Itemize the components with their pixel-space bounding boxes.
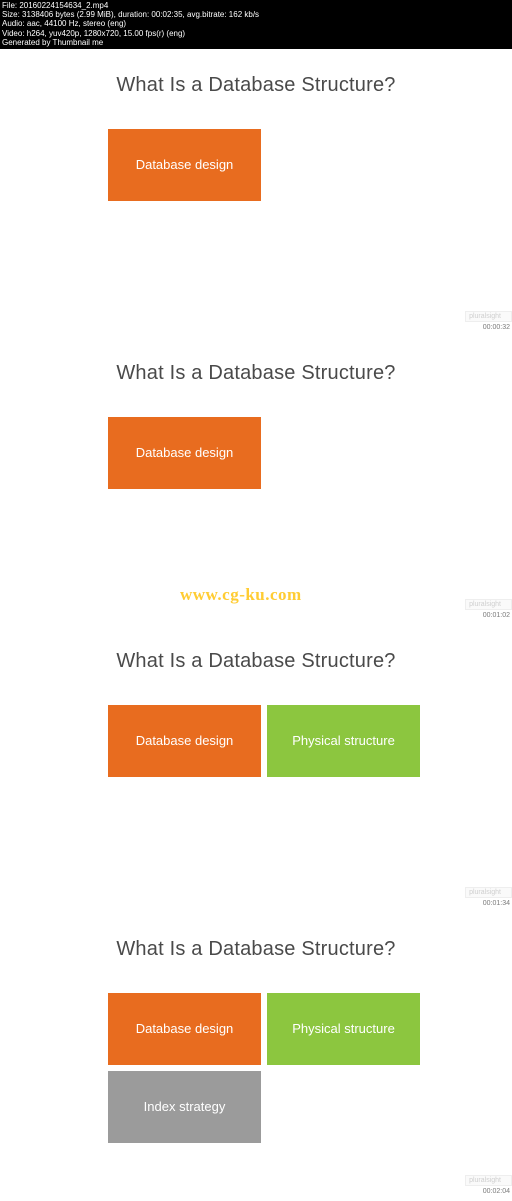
thumbnail-frame: What Is a Database Structure? Database d…: [0, 913, 512, 1201]
meta-audio: Audio: aac, 44100 Hz, stereo (eng): [2, 19, 510, 28]
box-database-design: Database design: [108, 417, 261, 489]
box-database-design: Database design: [108, 993, 261, 1065]
meta-generator: Generated by Thumbnail me: [2, 38, 510, 47]
thumbnail-frame: What Is a Database Structure? Database d…: [0, 49, 512, 337]
thumbnail-frame: What Is a Database Structure? Database d…: [0, 625, 512, 913]
box-database-design: Database design: [108, 705, 261, 777]
frame-timestamp: 00:01:02: [481, 612, 512, 619]
box-row: Database design Physical structure: [108, 705, 420, 777]
meta-file: File: 20160224154634_2.mp4: [2, 1, 510, 10]
box-row: Index strategy: [108, 1071, 261, 1143]
frame-timestamp: 00:02:04: [481, 1188, 512, 1195]
meta-size: Size: 3138406 bytes (2.99 MiB), duration…: [2, 10, 510, 19]
box-row: Database design: [108, 129, 261, 201]
thumbnail-grid: What Is a Database Structure? Database d…: [0, 49, 512, 1201]
slide-title: What Is a Database Structure?: [0, 938, 512, 961]
source-watermark: pluralsight: [465, 599, 512, 610]
meta-video: Video: h264, yuv420p, 1280x720, 15.00 fp…: [2, 29, 510, 38]
slide-title: What Is a Database Structure?: [0, 650, 512, 673]
box-row: Database design Physical structure: [108, 993, 420, 1065]
frame-timestamp: 00:01:34: [481, 900, 512, 907]
source-watermark: pluralsight: [465, 887, 512, 898]
slide-title: What Is a Database Structure?: [0, 74, 512, 97]
slide-title: What Is a Database Structure?: [0, 362, 512, 385]
source-watermark: pluralsight: [465, 311, 512, 322]
box-physical-structure: Physical structure: [267, 993, 420, 1065]
source-watermark: pluralsight: [465, 1175, 512, 1186]
box-physical-structure: Physical structure: [267, 705, 420, 777]
box-row: Database design: [108, 417, 261, 489]
video-metadata-bar: File: 20160224154634_2.mp4 Size: 3138406…: [0, 0, 512, 49]
box-index-strategy: Index strategy: [108, 1071, 261, 1143]
thumbnail-frame: What Is a Database Structure? Database d…: [0, 337, 512, 625]
watermark-text: www.cg-ku.com: [180, 585, 302, 605]
frame-timestamp: 00:00:32: [481, 324, 512, 331]
box-database-design: Database design: [108, 129, 261, 201]
